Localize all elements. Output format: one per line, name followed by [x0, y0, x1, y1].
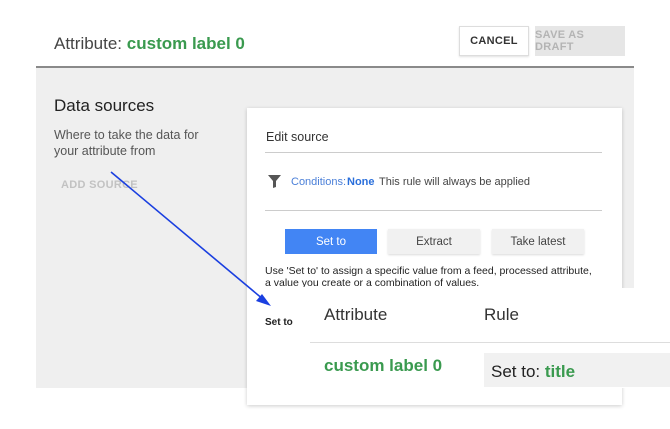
divider	[310, 342, 670, 343]
add-source-button[interactable]: ADD SOURCE	[61, 179, 138, 191]
attribute-name: custom label 0	[126, 34, 245, 53]
title-prefix: Attribute:	[54, 34, 123, 53]
divider	[265, 152, 602, 153]
conditions-label[interactable]: Conditions:	[291, 176, 346, 188]
save-as-draft-button[interactable]: SAVE AS DRAFT	[535, 26, 625, 56]
cancel-button[interactable]: CANCEL	[459, 26, 529, 56]
rule-prefix: Set to:	[491, 362, 541, 381]
tab-set-to[interactable]: Set to	[285, 229, 377, 254]
page-title: Attribute: custom label 0	[54, 34, 245, 54]
filter-icon	[268, 175, 281, 188]
set-to-help-text: Use 'Set to' to assign a specific value …	[265, 265, 592, 287]
tab-extract[interactable]: Extract	[388, 229, 480, 254]
rule-column-header: Rule	[484, 305, 519, 324]
edit-source-title: Edit source	[266, 130, 329, 144]
divider	[265, 210, 602, 211]
conditions-value[interactable]: None	[347, 176, 375, 188]
data-sources-description: Where to take the data for your attribut…	[54, 128, 199, 158]
attribute-column-header: Attribute	[324, 305, 388, 324]
conditions-note: This rule will always be applied	[379, 176, 531, 188]
data-sources-title: Data sources	[54, 96, 155, 115]
rule-value: Set to: title	[491, 362, 575, 382]
rule-source-field: title	[544, 362, 576, 381]
attribute-value: custom label 0	[324, 356, 443, 375]
tab-take-latest[interactable]: Take latest	[492, 229, 584, 254]
set-to-label: Set to	[265, 317, 293, 328]
